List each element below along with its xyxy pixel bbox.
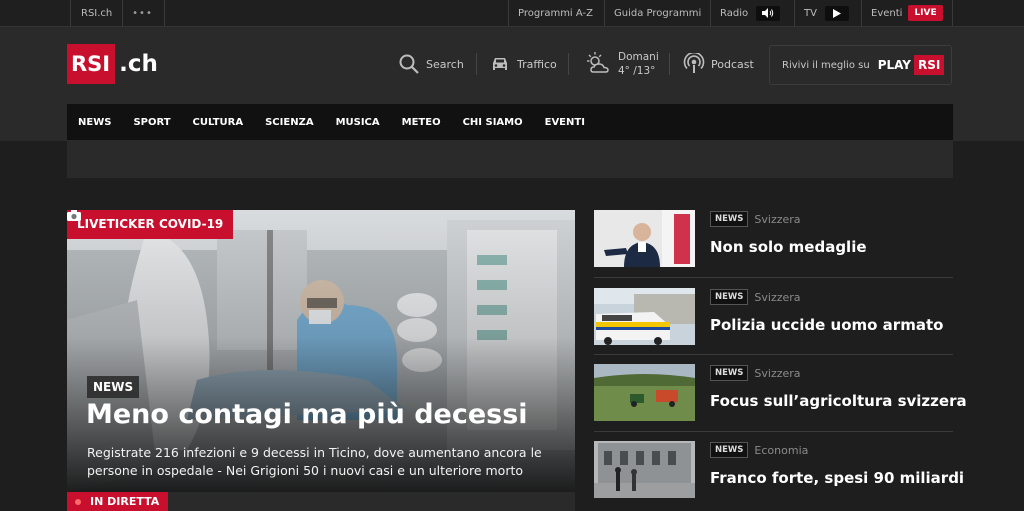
programmi-az-link[interactable]: Programmi A-Z [508,0,602,26]
news-meta: NEWS Economia [710,442,808,458]
promo-play: PLAY [877,58,911,72]
section-label: Svizzera [754,366,801,380]
divider [594,354,953,355]
news-meta: NEWS Svizzera [710,289,801,305]
search-icon [399,54,419,74]
divider [594,431,953,432]
hero-headline[interactable]: Meno contagi ma più decessi [86,399,528,430]
in-diretta-label: IN DIRETTA [90,495,160,508]
nav-item-chi-siamo[interactable]: CHI SIAMO [452,117,534,128]
category-badge: NEWS [710,211,749,227]
meteo-temp: 4° /13° [618,65,656,77]
logo-rsi: RSI [67,44,116,84]
tv-label: TV [804,7,817,19]
promo-rsi: RSI [913,55,945,75]
eventi-label: Eventi [871,7,903,19]
list-item[interactable]: NEWS Economia Franco forte, spesi 90 mil… [594,441,964,511]
traffico-label: Traffico [517,57,557,71]
list-item[interactable]: NEWS Svizzera Focus sull’agricoltura svi… [594,364,967,434]
rsi-logo[interactable]: RSI .ch [67,44,158,84]
header-divider [476,53,477,75]
in-diretta-badge[interactable]: IN DIRETTA [67,492,168,511]
search-button[interactable]: Search [398,51,464,77]
meteo-widget[interactable]: Domani 4° /13° [584,47,659,81]
live-badge[interactable]: LIVE [908,5,943,21]
rsi-site-link[interactable]: RSI.ch [70,0,124,26]
nav-item-eventi[interactable]: EVENTI [534,117,596,128]
list-item[interactable]: NEWS Svizzera Polizia uccide uomo armato [594,288,953,358]
promo-text: Rivivi il meglio su [782,59,870,71]
news-meta: NEWS Svizzera [710,365,801,381]
liveticker-tag[interactable]: LIVETICKER COVID-19 [67,210,234,239]
speaker-icon[interactable] [756,5,781,21]
meteo-day: Domani [618,51,659,63]
radio-label: Radio [720,7,749,19]
live-dot-icon [75,498,81,505]
traffico-button[interactable]: Traffico [489,51,557,77]
category-badge: NEWS [710,442,749,458]
section-label: Svizzera [754,212,801,226]
news-title[interactable]: Non solo medaglie [710,238,867,256]
nav-item-scienza[interactable]: SCIENZA [254,117,324,128]
play-rsi-promo[interactable]: Rivivi il meglio su PLAY RSI [769,45,952,85]
camera-icon [67,210,81,221]
main-nav: NEWS SPORT CULTURA SCIENZA MUSICA METEO … [67,104,953,140]
header-divider [568,53,569,75]
guida-programmi-link[interactable]: Guida Programmi [604,0,710,26]
category-badge: NEWS [710,365,749,381]
header-divider [669,53,670,75]
news-meta: NEWS Svizzera [710,211,801,227]
nav-item-cultura[interactable]: CULTURA [182,117,255,128]
news-thumbnail [594,441,695,498]
podcast-icon [683,53,705,73]
eventi-link[interactable]: Eventi LIVE [861,0,953,26]
logo-suffix: .ch [119,51,158,77]
news-title[interactable]: Polizia uccide uomo armato [710,316,943,334]
list-item[interactable]: NEWS Svizzera Non solo medaglie [594,210,953,280]
section-label: Economia [754,443,809,457]
hero-article[interactable]: LIVETICKER COVID-19 NEWS Meno contagi ma… [67,210,575,492]
nav-item-musica[interactable]: MUSICA [325,117,391,128]
news-thumbnail [594,210,695,267]
play-icon[interactable] [824,5,849,21]
more-menu-button[interactable]: ••• [121,0,165,26]
radio-link[interactable]: Radio [710,0,789,26]
category-badge: NEWS [710,289,749,305]
hero-summary: Registrate 216 infezioni e 9 decessi in … [87,445,542,478]
tv-link[interactable]: TV [794,0,858,26]
search-label: Search [426,57,464,71]
cloud-sun-icon [587,52,609,73]
news-thumbnail [594,288,695,345]
divider [594,277,953,278]
nav-item-news[interactable]: NEWS [67,117,122,128]
hero-category-badge: NEWS [87,376,140,398]
car-icon [493,58,507,70]
podcast-label: Podcast [711,57,754,71]
nav-item-meteo[interactable]: METEO [391,117,452,128]
top-utility-bar: RSI.ch ••• Programmi A-Z Guida Programmi… [0,0,1024,27]
news-title[interactable]: Franco forte, spesi 90 miliardi [710,469,964,487]
nav-item-sport[interactable]: SPORT [122,117,181,128]
in-diretta-bar [168,492,575,511]
news-thumbnail [594,364,695,421]
secondary-bar [67,140,953,178]
podcast-button[interactable]: Podcast [683,51,754,77]
section-label: Svizzera [754,290,801,304]
news-title[interactable]: Focus sull’agricoltura svizzera [710,392,967,410]
